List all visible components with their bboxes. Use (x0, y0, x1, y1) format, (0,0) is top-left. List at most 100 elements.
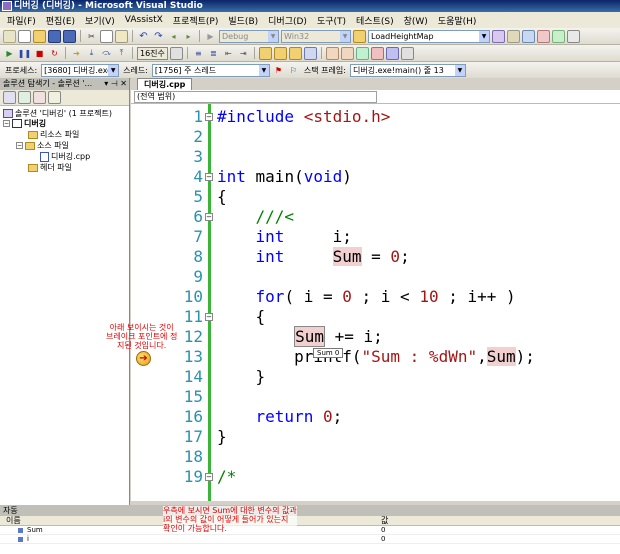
step-into-icon[interactable]: ⤓ (85, 47, 98, 60)
tree-item-header-files[interactable]: 헤더 파일 (28, 162, 72, 173)
chevron-down-icon: ▼ (258, 64, 269, 76)
menu-test[interactable]: 테스트(S) (351, 14, 399, 27)
undo-icon[interactable]: ↶ (137, 30, 150, 43)
variable-icon (18, 528, 23, 533)
open-file-icon[interactable] (33, 29, 46, 43)
autos-annotation: 우측에 보시면 Sum에 대한 변수의 값과 i의 변수의 값이 어떻게 들어가… (163, 506, 297, 533)
tree-item-project[interactable]: − 디버깅 (3, 118, 46, 129)
collapse-icon: − (205, 213, 213, 221)
variable-name: i (27, 535, 29, 543)
collapse-icon: − (205, 313, 213, 321)
variable-datatip[interactable]: Sum 0 (313, 348, 344, 358)
thread-select[interactable]: [1756] 주 스레드 ▼ (151, 63, 270, 77)
new-project-icon[interactable] (3, 29, 16, 43)
code-editor[interactable]: 1− #include <stdio.h> 2 3 4− int main(void… (131, 104, 620, 501)
cut-icon[interactable]: ✂ (85, 30, 98, 43)
refresh-icon[interactable] (33, 91, 46, 104)
code-text: ///< (255, 207, 295, 226)
redo-icon[interactable]: ↷ (152, 30, 165, 43)
process-label: 프로세스: (5, 65, 38, 75)
show-next-statement-icon[interactable]: ➔ (70, 47, 83, 60)
navigate-forward-icon[interactable]: ▸ (182, 30, 195, 43)
code-text: int main(void) (217, 167, 352, 186)
collapse-icon[interactable]: − (16, 142, 23, 149)
uncomment-icon[interactable]: ≣ (207, 47, 220, 60)
tree-item-resource-files[interactable]: 리소스 파일 (28, 129, 79, 140)
autos-row[interactable]: Sum 0 (0, 526, 620, 535)
scope-select[interactable]: (전역 범위) (134, 91, 377, 103)
chevron-down-icon: ▼ (479, 30, 489, 42)
menu-edit[interactable]: 편집(E) (41, 14, 80, 27)
comment-out-icon[interactable]: ≡ (192, 47, 205, 60)
increase-indent-icon[interactable]: ⇥ (237, 47, 250, 60)
solution-explorer-icon[interactable] (507, 29, 520, 43)
decrease-indent-icon[interactable]: ⇤ (222, 47, 235, 60)
solution-explorer-title: 솔루션 탐색기 - 솔루션 '... (3, 79, 93, 88)
save-all-icon[interactable] (63, 29, 76, 43)
vassistx-list-methods-icon[interactable] (355, 46, 369, 60)
flag-thread-icon[interactable]: ⚑ (272, 64, 285, 77)
view-class-diagram-icon[interactable] (48, 91, 61, 104)
step-out-icon[interactable]: ⤒ (115, 47, 128, 60)
standard-toolbar: ✂ ↶ ↷ ◂ ▸ ▶ Debug ▼ Win32 ▼ LoadHeightMap ▼ (0, 28, 620, 45)
break-all-icon[interactable]: ❚❚ (18, 47, 31, 60)
show-flagged-threads-icon[interactable]: ⚐ (287, 64, 300, 77)
save-icon[interactable] (48, 29, 61, 43)
stack-frame-label: 스택 프레임: (303, 65, 346, 75)
code-text: } (217, 427, 227, 446)
find-icon[interactable] (492, 29, 505, 43)
menu-project[interactable]: 프로젝트(P) (168, 14, 224, 27)
find-combo[interactable]: LoadHeightMap ▼ (368, 29, 490, 43)
next-bookmark-icon[interactable] (288, 46, 302, 60)
toolbox-icon[interactable] (537, 29, 550, 43)
chevron-down-icon: ▼ (340, 30, 350, 42)
vassistx-back-icon[interactable] (370, 46, 384, 60)
project-icon (12, 119, 22, 128)
vassistx-open-file-icon[interactable] (325, 46, 339, 60)
clear-bookmarks-icon[interactable] (303, 46, 317, 60)
properties-icon[interactable] (3, 91, 16, 104)
vassistx-forward-icon[interactable] (385, 46, 399, 60)
code-text: #include <stdio.h> (217, 107, 391, 126)
paste-icon[interactable] (115, 29, 128, 43)
find-in-files-icon[interactable] (353, 29, 366, 43)
hex-display-toggle[interactable]: 16진수 (137, 46, 168, 60)
menu-debug[interactable]: 디버그(D) (263, 14, 312, 27)
show-all-files-icon[interactable] (18, 91, 31, 104)
autos-row[interactable]: i 0 (0, 535, 620, 544)
close-icon[interactable]: ✕ (120, 79, 127, 88)
folder-icon (28, 130, 38, 139)
stop-debugging-icon[interactable]: ■ (33, 47, 46, 60)
previous-bookmark-icon[interactable] (273, 46, 287, 60)
menu-build[interactable]: 빌드(B) (223, 14, 263, 27)
menu-help[interactable]: 도움말(H) (433, 14, 482, 27)
copy-icon[interactable] (100, 29, 113, 43)
properties-icon[interactable] (522, 29, 535, 43)
continue-icon[interactable]: ▶ (3, 47, 16, 60)
menu-view[interactable]: 보기(V) (80, 14, 120, 27)
tree-item-cpp-file[interactable]: 디버깅.cpp (40, 151, 90, 162)
navigate-back-icon[interactable]: ◂ (167, 30, 180, 43)
autos-window: 자동 이름 값 Sum 0 i 0 (0, 505, 620, 554)
tree-item-source-files[interactable]: − 소스 파일 (16, 140, 69, 151)
bookmark-icon[interactable] (258, 46, 272, 60)
menu-file[interactable]: 파일(F) (2, 14, 41, 27)
class-view-icon[interactable] (552, 29, 565, 43)
restart-icon[interactable]: ↻ (48, 47, 61, 60)
stack-frame-select[interactable]: 디버깅.exe!main() 줄 13 ▼ (349, 63, 466, 77)
add-item-icon[interactable] (18, 29, 31, 43)
vassistx-refactor-icon[interactable] (400, 46, 414, 60)
vassistx-find-symbol-icon[interactable] (340, 46, 354, 60)
start-page-icon[interactable] (567, 29, 580, 43)
menu-window[interactable]: 창(W) (399, 14, 433, 27)
step-over-icon[interactable]: ⤼ (100, 47, 113, 60)
menu-vassistx[interactable]: VAssistX (120, 15, 168, 25)
menu-tools[interactable]: 도구(T) (312, 14, 351, 27)
pin-icon[interactable]: ▾ ⊣ (104, 79, 118, 88)
breakpoints-window-icon[interactable] (169, 46, 183, 60)
process-select[interactable]: [3680] 디버깅.exe ▼ (41, 63, 120, 77)
chevron-down-icon: ▼ (268, 30, 278, 42)
collapse-icon[interactable]: − (3, 120, 10, 127)
separator (80, 30, 81, 42)
tab-cpp-file[interactable]: 디버깅.cpp (137, 78, 193, 90)
